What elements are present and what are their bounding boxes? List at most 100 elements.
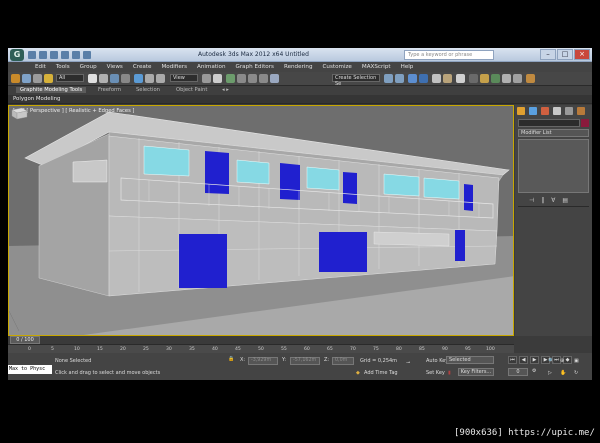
tab-graphite-modeling-tools[interactable]: Graphite Modeling Tools	[16, 87, 87, 93]
angle-snap-icon[interactable]	[237, 74, 246, 83]
maximize-button[interactable]: □	[557, 49, 573, 60]
menu-maxscript[interactable]: MAXScript	[357, 64, 396, 70]
object-name-field[interactable]	[518, 119, 580, 127]
go-to-start-icon[interactable]: ⏮	[508, 356, 517, 364]
key-icon[interactable]: ⊸	[406, 360, 410, 366]
menu-animation[interactable]: Animation	[192, 64, 231, 70]
tab-selection[interactable]: Selection	[136, 87, 160, 93]
bind-space-warp-icon[interactable]	[44, 74, 53, 83]
auto-key-button[interactable]: Auto Key	[426, 358, 448, 364]
track-bar[interactable]: 0 5 10 15 20 25 30 35 40 45 50 55 60 65 …	[8, 344, 514, 353]
key-mode-dropdown[interactable]: Selected	[446, 356, 494, 364]
create-tab-icon[interactable]	[517, 107, 525, 115]
app-logo-icon[interactable]: G	[10, 49, 24, 61]
menu-create[interactable]: Create	[128, 64, 157, 70]
redo-tool-icon[interactable]	[22, 74, 31, 83]
z-coordinate-field[interactable]: 0,0m	[332, 357, 354, 365]
save-file-icon[interactable]	[50, 51, 58, 59]
modify-tab-icon[interactable]	[529, 107, 537, 115]
viewport-label[interactable]: [ + ] [ Perspective ] [ Realistic + Edge…	[13, 108, 134, 114]
menu-graph-editors[interactable]: Graph Editors	[231, 64, 279, 70]
render-iterative-icon[interactable]	[502, 74, 511, 83]
search-input[interactable]: Type a keyword or phrase	[404, 50, 494, 60]
tab-object-paint[interactable]: Object Paint	[176, 87, 207, 93]
menu-modifiers[interactable]: Modifiers	[156, 64, 192, 70]
key-mode-toggle-icon[interactable]: ◆	[563, 356, 572, 364]
select-rotate-icon[interactable]	[145, 74, 154, 83]
menu-edit[interactable]: Edit	[30, 64, 51, 70]
spinner-snap-icon[interactable]	[259, 74, 268, 83]
zoom-all-icon[interactable]: ⊕	[560, 358, 564, 364]
zoom-extents-icon[interactable]: ▣	[574, 358, 579, 364]
modifier-stack[interactable]	[518, 139, 589, 193]
pivot-center-icon[interactable]	[202, 74, 211, 83]
menu-views[interactable]: Views	[102, 64, 128, 70]
layer-manager-icon[interactable]	[408, 74, 417, 83]
rectangular-selection-icon[interactable]	[110, 74, 119, 83]
time-tag-icon[interactable]: ◆	[356, 370, 360, 376]
close-button[interactable]: ×	[574, 49, 590, 60]
motion-tab-icon[interactable]	[553, 107, 561, 115]
teapot-render-icon[interactable]	[526, 74, 535, 83]
configure-modifier-sets-icon[interactable]: ▤	[562, 197, 568, 204]
rendered-frame-window-icon[interactable]	[480, 74, 489, 83]
add-time-tag-button[interactable]: Add Time Tag	[364, 370, 398, 376]
play-icon[interactable]: ▶	[530, 356, 539, 364]
select-object-icon[interactable]	[88, 74, 97, 83]
selection-filter-dropdown[interactable]: All	[56, 74, 84, 82]
select-link-icon[interactable]	[33, 74, 42, 83]
y-coordinate-field[interactable]: -57,162m	[290, 357, 320, 365]
current-frame-field[interactable]: 0	[508, 368, 528, 376]
zoom-icon[interactable]: 🔍	[548, 358, 554, 364]
undo-icon[interactable]	[61, 51, 69, 59]
object-color-swatch[interactable]	[581, 119, 589, 127]
lock-selection-icon[interactable]: 🔒	[228, 356, 234, 362]
menu-help[interactable]: Help	[396, 64, 419, 70]
key-filters-button[interactable]: Key Filters...	[458, 368, 494, 376]
pan-icon[interactable]: ✋	[560, 370, 566, 376]
open-file-icon[interactable]	[39, 51, 47, 59]
new-file-icon[interactable]	[28, 51, 36, 59]
percent-snap-icon[interactable]	[248, 74, 257, 83]
show-end-result-icon[interactable]: ‖	[541, 197, 544, 204]
tab-freeform[interactable]: Freeform	[98, 87, 121, 93]
set-key-button[interactable]: Set Key	[426, 370, 445, 376]
window-crossing-icon[interactable]	[121, 74, 130, 83]
select-by-name-icon[interactable]	[99, 74, 108, 83]
viewcube-icon[interactable]	[9, 106, 29, 121]
align-icon[interactable]	[395, 74, 404, 83]
edit-named-sets-icon[interactable]	[270, 74, 279, 83]
perspective-viewport[interactable]: [ + ] [ Perspective ] [ Realistic + Edge…	[8, 105, 514, 336]
panel-polygon-modeling[interactable]: Polygon Modeling	[13, 96, 60, 102]
select-scale-icon[interactable]	[156, 74, 165, 83]
time-slider[interactable]: 0 / 100	[8, 336, 514, 344]
utilities-tab-icon[interactable]	[577, 107, 585, 115]
modifier-list-dropdown[interactable]: Modifier List	[518, 129, 589, 137]
maxscript-listener-field[interactable]: Max to Physc	[8, 365, 52, 374]
project-folder-icon[interactable]	[83, 51, 91, 59]
hierarchy-tab-icon[interactable]	[541, 107, 549, 115]
pin-stack-icon[interactable]: ⊣	[529, 197, 534, 204]
menu-customize[interactable]: Customize	[318, 64, 357, 70]
x-coordinate-field[interactable]: -3,929m	[248, 357, 278, 365]
mirror-icon[interactable]	[384, 74, 393, 83]
render-production-icon[interactable]	[491, 74, 500, 83]
material-editor-icon[interactable]	[456, 74, 465, 83]
snaps-toggle-icon[interactable]	[226, 74, 235, 83]
orbit-icon[interactable]: ↻	[574, 370, 578, 376]
activeshade-icon[interactable]	[513, 74, 522, 83]
display-tab-icon[interactable]	[565, 107, 573, 115]
field-of-view-icon[interactable]: ▷	[548, 370, 552, 376]
time-config-icon[interactable]: ⚙	[532, 368, 536, 374]
menu-rendering[interactable]: Rendering	[279, 64, 318, 70]
named-selection-dropdown[interactable]: Create Selection Se	[332, 74, 380, 87]
reference-coordinate-dropdown[interactable]: View	[170, 74, 198, 82]
select-move-icon[interactable]	[134, 74, 143, 83]
undo-tool-icon[interactable]	[11, 74, 20, 83]
ribbon-expand-icon[interactable]: ◂ ▸	[222, 87, 229, 93]
redo-icon[interactable]	[72, 51, 80, 59]
menu-group[interactable]: Group	[75, 64, 102, 70]
previous-frame-icon[interactable]: ◀	[519, 356, 528, 364]
select-manipulate-icon[interactable]	[213, 74, 222, 83]
schematic-view-icon[interactable]	[443, 74, 452, 83]
